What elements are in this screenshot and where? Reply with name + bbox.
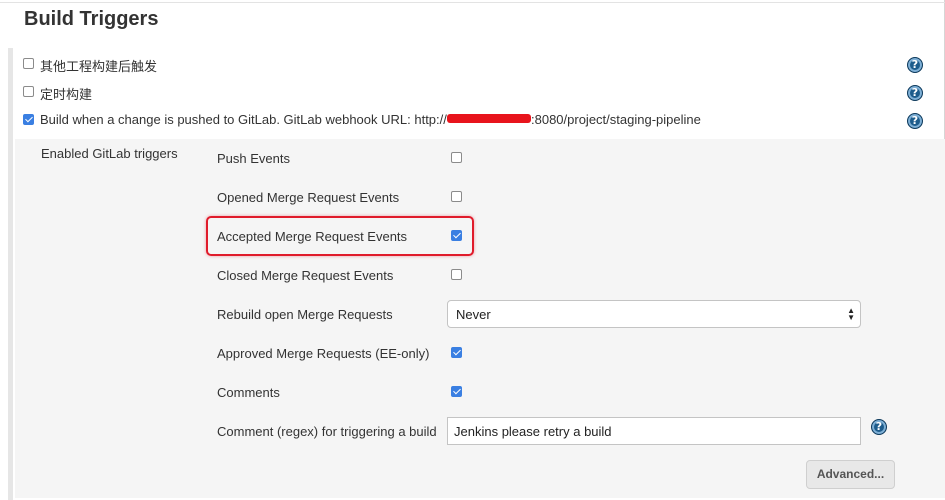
build-triggers-section: Build Triggers 其他工程构建后触发 ? 定时构建 ? Build …: [0, 0, 945, 500]
trigger-periodic-checkbox[interactable]: [23, 86, 34, 97]
section-title: Build Triggers: [24, 8, 159, 30]
rebuild-open-mr-value: Never: [456, 307, 491, 322]
comment-regex-input[interactable]: [447, 417, 861, 445]
comments-checkbox[interactable]: [451, 386, 462, 397]
trigger-after-other-projects-label: 其他工程构建后触发: [40, 59, 158, 74]
highlight-annotation: [206, 216, 474, 256]
help-icon[interactable]: ?: [907, 57, 923, 73]
trigger-after-other-projects-checkbox[interactable]: [23, 58, 34, 69]
approved-mr-checkbox[interactable]: [451, 347, 462, 358]
header-divider: [0, 2, 945, 3]
closed-mr-events-checkbox[interactable]: [451, 269, 462, 280]
trigger-gitlab-push-checkbox[interactable]: [23, 114, 34, 125]
help-icon[interactable]: ?: [907, 85, 923, 101]
webhook-url-suffix: :8080/project/staging-pipeline: [531, 112, 701, 127]
comment-regex-label: Comment (regex) for triggering a build: [217, 424, 437, 439]
push-events-label: Push Events: [217, 151, 290, 166]
help-icon[interactable]: ?: [871, 419, 887, 435]
advanced-button[interactable]: Advanced...: [806, 460, 895, 489]
approved-mr-label: Approved Merge Requests (EE-only): [217, 346, 430, 361]
opened-mr-events-label: Opened Merge Request Events: [217, 190, 400, 205]
comments-label: Comments: [217, 385, 280, 400]
section-indent-bar: [8, 48, 13, 500]
closed-mr-events-label: Closed Merge Request Events: [217, 268, 394, 283]
opened-mr-events-checkbox[interactable]: [451, 191, 462, 202]
redaction-mark: [447, 114, 531, 123]
rebuild-open-mr-select[interactable]: Never ▲ ▼: [447, 300, 861, 328]
push-events-checkbox[interactable]: [451, 152, 462, 163]
help-icon[interactable]: ?: [907, 113, 923, 129]
trigger-gitlab-push-label: Build when a change is pushed to GitLab.…: [40, 112, 447, 127]
trigger-periodic-label: 定时构建: [40, 87, 93, 102]
enabled-gitlab-triggers-label: Enabled GitLab triggers: [41, 146, 178, 161]
select-arrows-icon: ▲ ▼: [847, 306, 855, 322]
rebuild-open-mr-label: Rebuild open Merge Requests: [217, 307, 393, 322]
